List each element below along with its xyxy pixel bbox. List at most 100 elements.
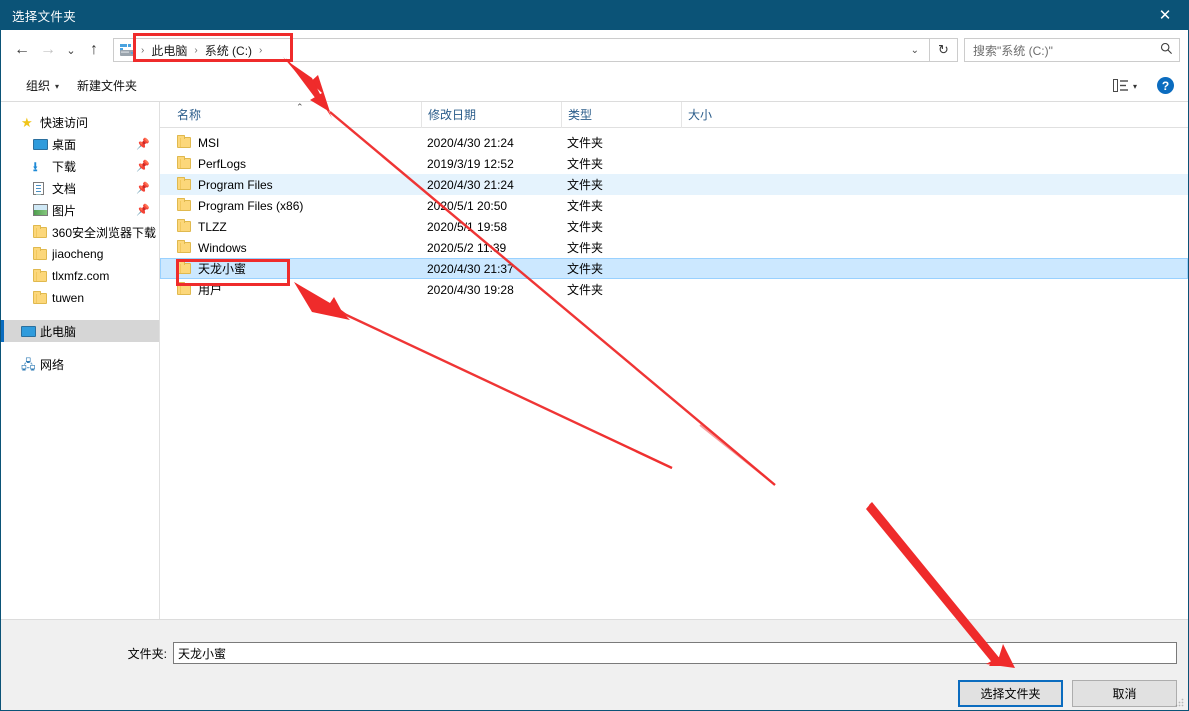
pin-icon[interactable]: 📌 — [136, 160, 150, 173]
resize-grip-icon[interactable] — [1174, 697, 1185, 708]
file-date-cell: 2020/5/1 19:58 — [427, 219, 508, 234]
file-name-cell: Program Files — [171, 174, 421, 195]
folder-icon — [177, 156, 191, 169]
picture-icon — [33, 204, 52, 216]
column-header-name[interactable]: 名称 ⌃ — [171, 102, 421, 128]
folder-icon — [177, 240, 191, 253]
sidebar-item-图片[interactable]: 图片 📌 — [1, 199, 159, 221]
sidebar-item-label: 下载 — [52, 159, 77, 174]
search-input[interactable]: 搜索"系统 (C:)" — [973, 42, 1160, 59]
folder-icon — [177, 282, 191, 295]
breadcrumb-separator[interactable]: › — [257, 45, 264, 56]
file-name-label: Program Files — [198, 177, 273, 192]
column-header-type[interactable]: 类型 — [561, 101, 681, 128]
cancel-button[interactable]: 取消 — [1072, 680, 1177, 707]
up-button[interactable]: ↑ — [81, 37, 107, 63]
title-bar: 选择文件夹 ✕ — [1, 1, 1188, 30]
folder-name-row: 文件夹: — [1, 642, 1188, 664]
recent-locations-button[interactable]: ⌄ — [61, 37, 81, 63]
table-row[interactable]: Windows 2020/5/2 11:39 文件夹 — [160, 237, 1188, 258]
help-icon[interactable]: ? — [1157, 77, 1174, 94]
content-split: ★ 快速访问 桌面 📌 ⭳ 下载 📌 文档 📌 图片 📌 360安全浏览器下载 jiaocheng tlx… — [1, 101, 1188, 619]
sidebar-item-label: 此电脑 — [40, 324, 77, 339]
dialog-buttons: 选择文件夹 取消 — [958, 680, 1177, 707]
sidebar-item-桌面[interactable]: 桌面 📌 — [1, 133, 159, 155]
file-list: MSI 2020/4/30 21:24 文件夹 PerfLogs 2019/3/19 1… — [160, 128, 1188, 619]
pin-icon[interactable]: 📌 — [136, 138, 150, 151]
pin-icon[interactable]: 📌 — [136, 182, 150, 195]
file-size-cell — [681, 279, 761, 300]
folder-icon — [177, 177, 191, 190]
forward-button[interactable]: → — [35, 37, 61, 63]
refresh-button[interactable]: ↻ — [930, 38, 958, 62]
table-row[interactable]: Program Files (x86) 2020/5/1 20:50 文件夹 — [160, 195, 1188, 216]
new-folder-button[interactable]: 新建文件夹 — [68, 73, 146, 98]
file-date-cell: 2020/4/30 21:24 — [427, 135, 514, 150]
sidebar-item-下载[interactable]: ⭳ 下载 📌 — [1, 155, 159, 177]
table-row[interactable]: 用户 2020/4/30 19:28 文件夹 — [160, 279, 1188, 300]
sidebar-item-tlxmfz.com[interactable]: tlxmfz.com — [1, 265, 159, 287]
monitor-icon — [21, 325, 40, 337]
organize-button[interactable]: 组织 ▾ — [17, 73, 68, 98]
sidebar-item-360安全浏览器下载[interactable]: 360安全浏览器下载 — [1, 221, 159, 243]
table-row[interactable]: 天龙小蜜 2020/4/30 21:37 文件夹 — [160, 258, 1188, 279]
network-icon: 🖧 — [21, 356, 36, 372]
file-name-label: MSI — [198, 135, 220, 150]
sidebar-item-jiaocheng[interactable]: jiaocheng — [1, 243, 159, 265]
breadcrumb-item-system-c[interactable]: 系统 (C:) — [200, 42, 257, 59]
file-size-cell — [681, 132, 761, 153]
table-row[interactable]: PerfLogs 2019/3/19 12:52 文件夹 — [160, 153, 1188, 174]
file-type-cell: 文件夹 — [567, 241, 604, 255]
pin-icon[interactable]: 📌 — [136, 204, 150, 217]
column-header-date[interactable]: 修改日期 — [421, 101, 561, 128]
change-view-button[interactable]: ▾ — [1107, 76, 1143, 96]
file-date-cell: 2020/4/30 21:37 — [427, 261, 514, 276]
file-size-cell — [681, 258, 761, 279]
file-size-cell — [681, 153, 761, 174]
sidebar-item-tuwen[interactable]: tuwen — [1, 287, 159, 309]
file-size-cell — [681, 237, 761, 258]
sidebar-item-文档[interactable]: 文档 📌 — [1, 177, 159, 199]
table-row[interactable]: TLZZ 2020/5/1 19:58 文件夹 — [160, 216, 1188, 237]
select-folder-button[interactable]: 选择文件夹 — [958, 680, 1063, 707]
breadcrumb-item-this-pc[interactable]: 此电脑 — [146, 42, 192, 59]
back-button[interactable]: ← — [9, 37, 35, 63]
sidebar-item-label: 桌面 — [52, 137, 77, 152]
address-bar[interactable]: › 此电脑 › 系统 (C:) › ⌄ — [113, 38, 930, 62]
file-type-cell: 文件夹 — [567, 283, 604, 297]
breadcrumb-separator: › — [141, 44, 145, 56]
folder-name-input[interactable] — [173, 642, 1177, 664]
sidebar-item-label: 文档 — [52, 181, 77, 196]
folder-icon — [33, 224, 52, 238]
search-box[interactable]: 搜索"系统 (C:)" — [964, 38, 1180, 62]
file-name-label: 用户 — [198, 283, 223, 297]
file-type-cell: 文件夹 — [567, 178, 604, 192]
window-title: 选择文件夹 — [12, 10, 77, 24]
folder-icon — [33, 268, 52, 282]
folder-icon — [177, 219, 191, 232]
sidebar-item-label: 网络 — [40, 357, 65, 372]
file-name-cell: PerfLogs — [171, 153, 421, 174]
file-name-label: TLZZ — [198, 219, 227, 234]
sidebar-item-此电脑[interactable]: 此电脑 — [1, 320, 159, 342]
sidebar-item-label: jiaocheng — [52, 247, 104, 261]
breadcrumb-separator[interactable]: › — [192, 45, 199, 56]
file-type-cell: 文件夹 — [567, 262, 604, 276]
file-name-label: PerfLogs — [198, 156, 247, 171]
close-icon[interactable]: ✕ — [1142, 1, 1188, 30]
search-icon — [1160, 42, 1173, 58]
table-row[interactable]: Program Files 2020/4/30 21:24 文件夹 — [160, 174, 1188, 195]
folder-icon — [33, 290, 52, 304]
sidebar-item-网络[interactable]: 🖧 网络 — [1, 353, 159, 375]
file-type-cell: 文件夹 — [567, 220, 604, 234]
column-header-size[interactable]: 大小 — [681, 101, 761, 128]
sidebar-item-快速访问[interactable]: ★ 快速访问 — [1, 111, 159, 133]
monitor-icon — [33, 138, 52, 150]
drive-icon — [119, 43, 136, 58]
quick-access-star-icon: ★ — [21, 114, 33, 130]
quick-access-group: ★ 快速访问 桌面 📌 ⭳ 下载 📌 文档 📌 图片 📌 360安全浏览器下载 jiaocheng tlx… — [1, 111, 159, 309]
sidebar-item-label: tuwen — [52, 291, 85, 305]
address-dropdown-icon[interactable]: ⌄ — [905, 45, 925, 56]
table-row[interactable]: MSI 2020/4/30 21:24 文件夹 — [160, 132, 1188, 153]
